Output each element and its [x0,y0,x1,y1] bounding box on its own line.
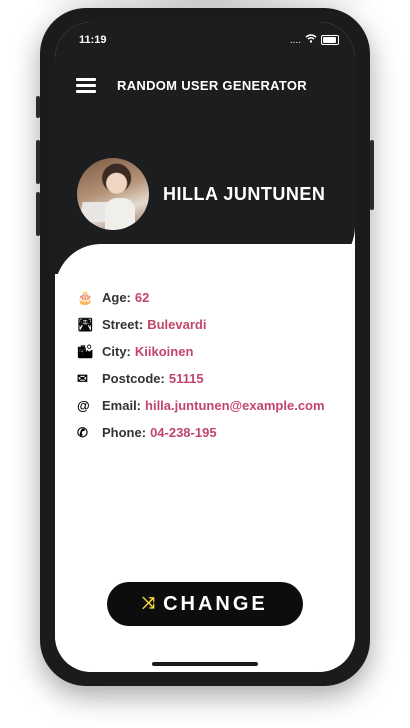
road-icon: 🛣 [77,316,94,332]
volume-down-button [36,192,40,236]
avatar [77,158,149,230]
power-button [370,140,374,210]
phone-icon: ✆ [77,424,88,440]
info-row-phone: ✆ Phone: 04-238-195 [77,419,325,446]
home-indicator [152,662,258,666]
info-row-email: @ Email: hilla.juntunen@example.com [77,392,325,419]
info-row-city: 🏙 City: Kiikoinen [77,338,325,365]
mail-icon: ✉ [77,370,88,386]
silent-switch [36,96,40,118]
info-list: 🎂 Age: 62 🛣 Street: Bulevardi 🏙 City: Ki… [77,284,325,446]
change-label: CHANGE [163,592,268,615]
phone-value: 04-238-195 [150,425,217,440]
info-row-postcode: ✉ Postcode: 51115 [77,365,325,392]
shuffle-icon: ⤨ [142,595,156,612]
street-label: Street: [102,317,144,332]
status-time: 11:19 [79,34,107,46]
wifi-icon [305,34,317,46]
email-label: Email: [102,398,142,413]
app-screen: 11:19 .... RANDOM USER GENERATOR HILLA J… [55,22,355,672]
change-button[interactable]: ⤨ CHANGE [107,582,303,626]
header-panel [55,22,355,274]
info-row-street: 🛣 Street: Bulevardi [77,311,325,338]
postcode-label: Postcode: [102,371,165,386]
user-name: HILLA JUNTUNEN [163,184,326,204]
at-icon: @ [77,398,90,413]
city-value: Kiikoinen [134,344,194,359]
city-label: City: [102,344,131,359]
email-value: hilla.juntunen@example.com [145,398,325,413]
signal-icon: .... [289,34,301,46]
hamburger-icon[interactable] [76,78,96,94]
street-value: Bulevardi [147,317,207,332]
battery-icon [321,35,339,45]
city-icon: 🏙 [77,343,94,359]
info-row-age: 🎂 Age: 62 [77,284,325,311]
age-label: Age: [102,290,131,305]
age-value: 62 [134,290,150,305]
app-title: RANDOM USER GENERATOR [117,78,307,93]
status-icons: .... [290,34,339,46]
postcode-value: 51115 [168,371,204,386]
volume-up-button [36,140,40,184]
birthday-cake-icon: 🎂 [77,289,94,305]
phone-label: Phone: [102,425,147,440]
